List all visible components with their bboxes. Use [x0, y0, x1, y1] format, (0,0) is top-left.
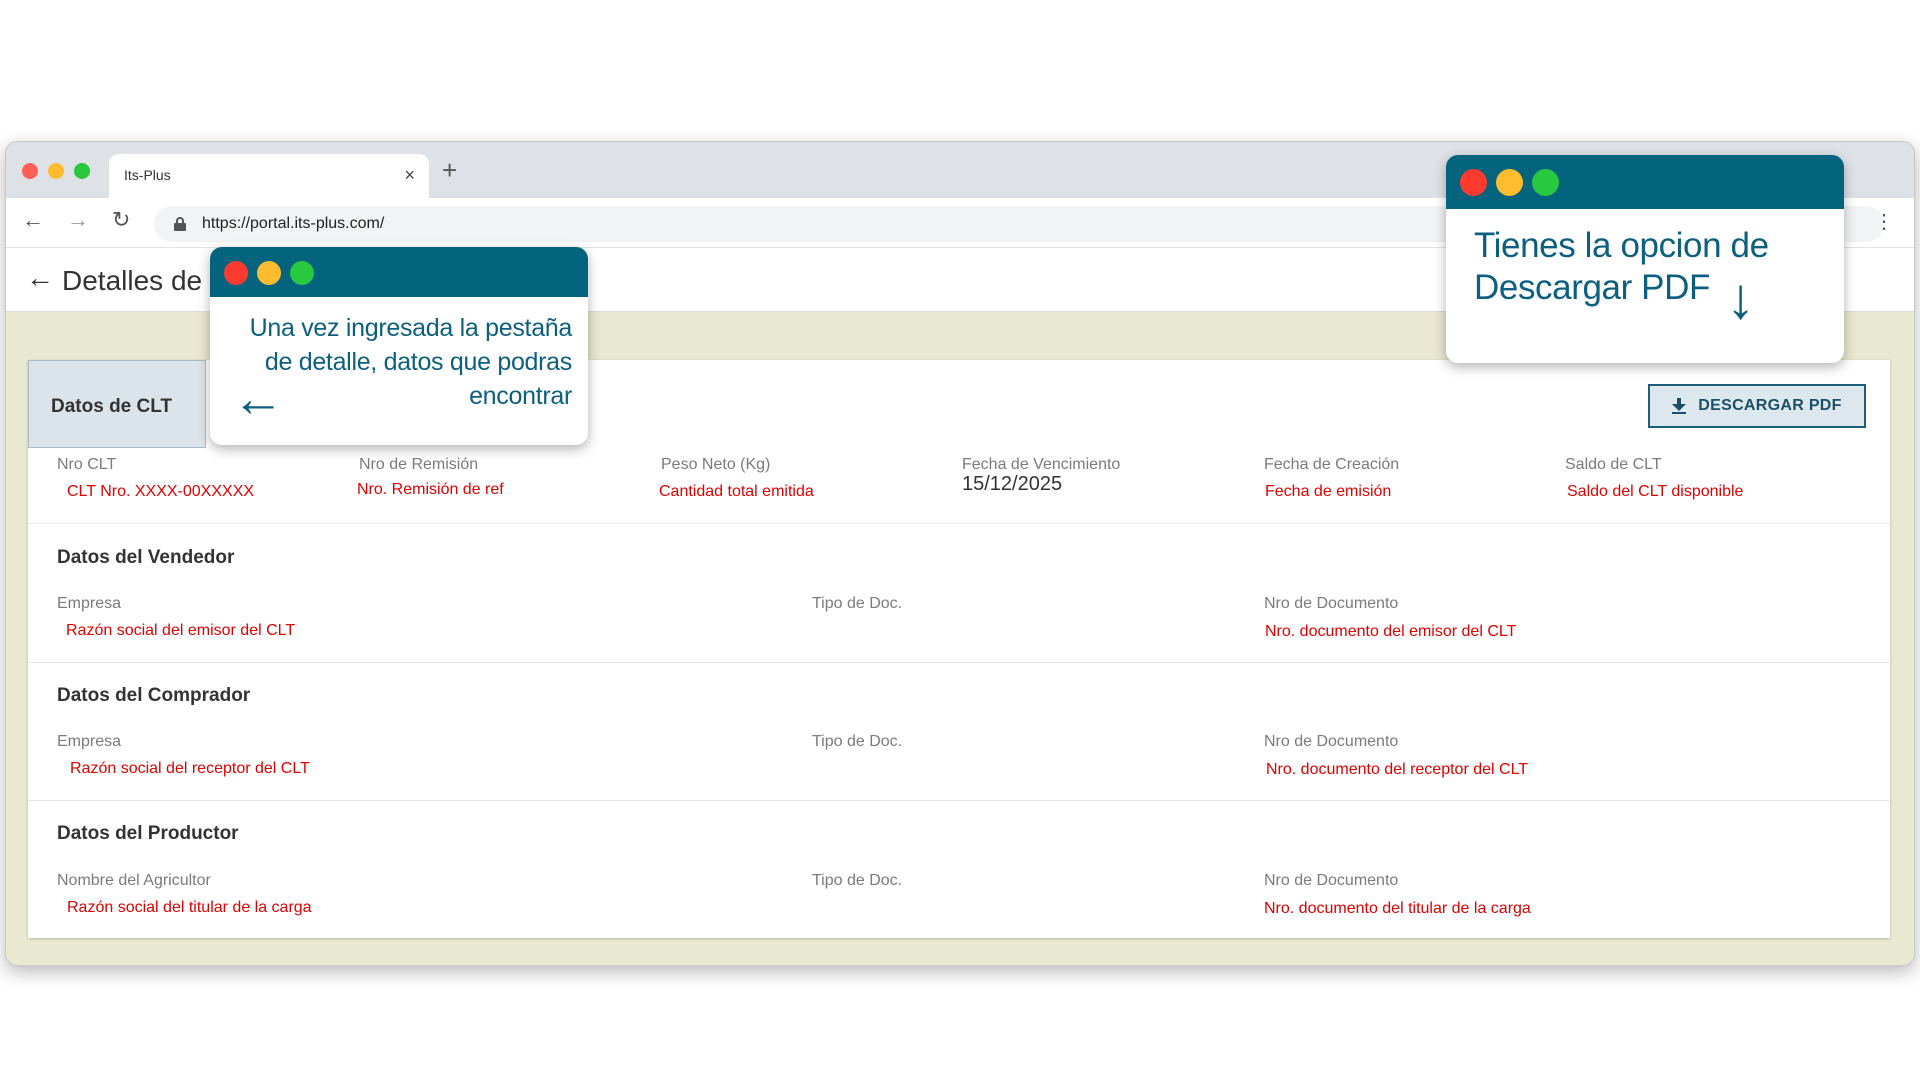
reload-icon[interactable]: ↻	[112, 209, 130, 231]
down-arrow-icon: ↓	[1726, 266, 1755, 331]
detail-card: Datos de CLT DESCARGAR PDF Nro CLT CLT N…	[28, 360, 1890, 938]
fecha-creacion-value: Fecha de emisión	[1265, 483, 1392, 500]
vendedor-empresa-label: Empresa	[57, 595, 122, 612]
callout-detail-line3: encontrar	[469, 382, 572, 410]
vendedor-empresa-value: Razón social del emisor del CLT	[66, 622, 296, 639]
productor-nro-doc-value: Nro. documento del titular de la carga	[1264, 900, 1531, 917]
download-icon	[1672, 398, 1687, 414]
productor-nombre-value: Razón social del titular de la carga	[67, 899, 312, 916]
callout-download-pdf: Tienes la opcion de Descargar PDF ↓	[1446, 155, 1844, 363]
callout-pdf-line2: Descargar PDF	[1474, 268, 1710, 307]
page-title: Detalles de	[62, 265, 203, 296]
callout-titlebar	[210, 247, 588, 297]
saldo-clt-label: Saldo de CLT	[1565, 456, 1662, 473]
productor-nro-doc-label: Nro de Documento	[1264, 872, 1399, 889]
nro-clt-value: CLT Nro. XXXX-00XXXXX	[67, 483, 255, 500]
callout-detail-line1: Una vez ingresada la pestaña	[249, 314, 573, 342]
download-pdf-label: DESCARGAR PDF	[1698, 397, 1842, 414]
forward-icon[interactable]: →	[67, 209, 89, 231]
callout-traffic-lights	[224, 261, 314, 285]
comprador-empresa-value: Razón social del receptor del CLT	[70, 760, 310, 777]
comprador-tipo-doc-label: Tipo de Doc.	[812, 733, 903, 750]
nro-remision-value: Nro. Remisión de ref	[357, 481, 504, 498]
nro-clt-label: Nro CLT	[57, 456, 117, 473]
page-back-icon[interactable]: ←	[26, 262, 54, 294]
callout-detail-line2: de detalle, datos que podras	[264, 348, 572, 376]
callout-traffic-lights	[1460, 169, 1559, 196]
back-icon[interactable]: ←	[22, 209, 44, 231]
divider	[28, 800, 1890, 801]
callout-pdf-text: Tienes la opcion de Descargar PDF	[1474, 225, 1769, 309]
peso-neto-label: Peso Neto (Kg)	[661, 456, 771, 473]
comprador-nro-doc-label: Nro de Documento	[1264, 733, 1399, 750]
tab-title: Its-Plus	[124, 167, 171, 183]
divider	[28, 662, 1890, 663]
callout-detail-tab: Una vez ingresada la pestaña de detalle,…	[210, 247, 588, 445]
nro-remision-label: Nro de Remisión	[359, 456, 479, 473]
comprador-empresa-label: Empresa	[57, 733, 122, 750]
peso-neto-value: Cantidad total emitida	[659, 483, 814, 500]
fecha-vencimiento-label: Fecha de Vencimiento	[962, 456, 1121, 473]
fecha-creacion-label: Fecha de Creación	[1264, 456, 1400, 473]
productor-nombre-label: Nombre del Agricultor	[57, 872, 211, 889]
vendedor-tipo-doc-label: Tipo de Doc.	[812, 595, 903, 612]
callout-titlebar	[1446, 155, 1844, 209]
new-tab-button[interactable]: +	[442, 157, 457, 183]
browser-tab[interactable]: Its-Plus ×	[109, 154, 429, 198]
callout-pdf-line1: Tienes la opcion de	[1474, 226, 1769, 265]
comprador-title: Datos del Comprador	[57, 685, 251, 706]
vendedor-nro-doc-label: Nro de Documento	[1264, 595, 1399, 612]
maximize-window-button[interactable]	[74, 163, 90, 179]
productor-tipo-doc-label: Tipo de Doc.	[812, 872, 903, 889]
comprador-nro-doc-value: Nro. documento del receptor del CLT	[1266, 761, 1529, 778]
callout-detail-text: Una vez ingresada la pestaña de detalle,…	[249, 311, 573, 413]
left-arrow-icon: ←	[232, 370, 284, 428]
divider	[28, 523, 1890, 524]
window-controls	[22, 163, 90, 179]
productor-title: Datos del Productor	[57, 823, 239, 844]
close-window-button[interactable]	[22, 163, 38, 179]
browser-menu-icon[interactable]: ⋮	[1874, 212, 1894, 232]
vendedor-title: Datos del Vendedor	[57, 547, 235, 568]
tab-datos-clt-label: Datos de CLT	[51, 396, 173, 417]
minimize-window-button[interactable]	[48, 163, 64, 179]
tab-datos-clt[interactable]: Datos de CLT	[28, 360, 206, 448]
lock-icon	[174, 217, 186, 231]
url-text: https://portal.its-plus.com/	[202, 215, 385, 232]
tab-close-icon[interactable]: ×	[404, 165, 415, 186]
vendedor-nro-doc-value: Nro. documento del emisor del CLT	[1265, 623, 1517, 640]
fecha-vencimiento-value: 15/12/2025	[962, 473, 1063, 495]
download-pdf-button[interactable]: DESCARGAR PDF	[1648, 384, 1866, 428]
saldo-clt-value: Saldo del CLT disponible	[1567, 483, 1744, 500]
